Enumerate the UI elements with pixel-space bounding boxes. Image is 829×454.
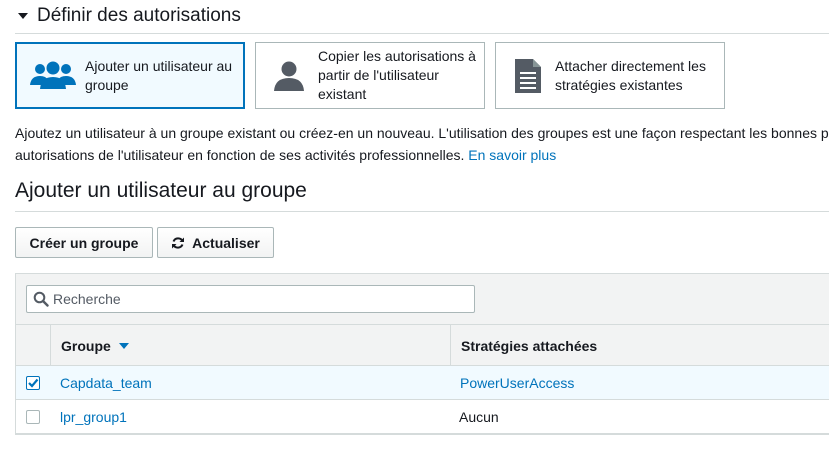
refresh-icon	[172, 236, 185, 249]
search-input[interactable]	[53, 291, 463, 307]
option-label: Ajouter un utilisateur au groupe	[85, 57, 233, 93]
learn-more-link[interactable]: En savoir plus	[468, 147, 556, 163]
section-title: Définir des autorisations	[37, 5, 241, 26]
option-label: Copier les autorisations à partir de l'u…	[318, 48, 476, 102]
refresh-label: Actualiser	[192, 234, 260, 251]
row-checkbox[interactable]	[26, 410, 40, 424]
permissions-section-toggle[interactable]: Définir des autorisations	[15, 4, 241, 28]
column-divider	[450, 324, 451, 366]
sort-descending-icon[interactable]	[118, 343, 129, 349]
table-row[interactable]	[16, 400, 829, 434]
refresh-button[interactable]: Actualiser	[157, 227, 274, 258]
option-copy-permissions[interactable]: Copier les autorisations à partir de l'u…	[255, 42, 485, 109]
document-icon	[515, 58, 541, 93]
group-name-link[interactable]: lpr_group1	[60, 409, 127, 425]
subsection-title: Ajouter un utilisateur au groupe	[15, 179, 307, 202]
option-attach-policies[interactable]: Attacher directement les stratégies exis…	[495, 42, 725, 109]
create-group-button[interactable]: Créer un groupe	[15, 227, 153, 258]
users-group-icon	[30, 61, 76, 89]
option-add-to-group[interactable]: Ajouter un utilisateur au groupe	[15, 42, 245, 109]
description-line-1: Ajoutez un utilisateur à un groupe exist…	[15, 125, 829, 141]
user-icon	[274, 61, 304, 91]
group-name-link[interactable]: Capdata_team	[60, 375, 152, 391]
column-header-group-label: Groupe	[61, 338, 111, 354]
checkmark-icon	[28, 378, 39, 388]
policy-value: Aucun	[459, 409, 499, 425]
column-header-group[interactable]: Groupe	[61, 338, 129, 354]
caret-down-icon	[18, 13, 28, 19]
subsection-divider	[15, 211, 829, 212]
description-line-2: autorisations de l'utilisateur en foncti…	[15, 147, 465, 163]
search-icon	[33, 291, 49, 307]
column-header-policies: Stratégies attachées	[461, 338, 598, 354]
search-field[interactable]	[26, 285, 475, 313]
option-label: Attacher directement les stratégies exis…	[555, 57, 706, 93]
description: Ajoutez un utilisateur à un groupe exist…	[15, 122, 829, 166]
policy-link[interactable]: PowerUserAccess	[460, 375, 574, 391]
row-checkbox[interactable]	[26, 376, 40, 390]
table-header	[16, 324, 829, 366]
column-divider	[50, 324, 51, 366]
section-divider	[15, 33, 829, 34]
